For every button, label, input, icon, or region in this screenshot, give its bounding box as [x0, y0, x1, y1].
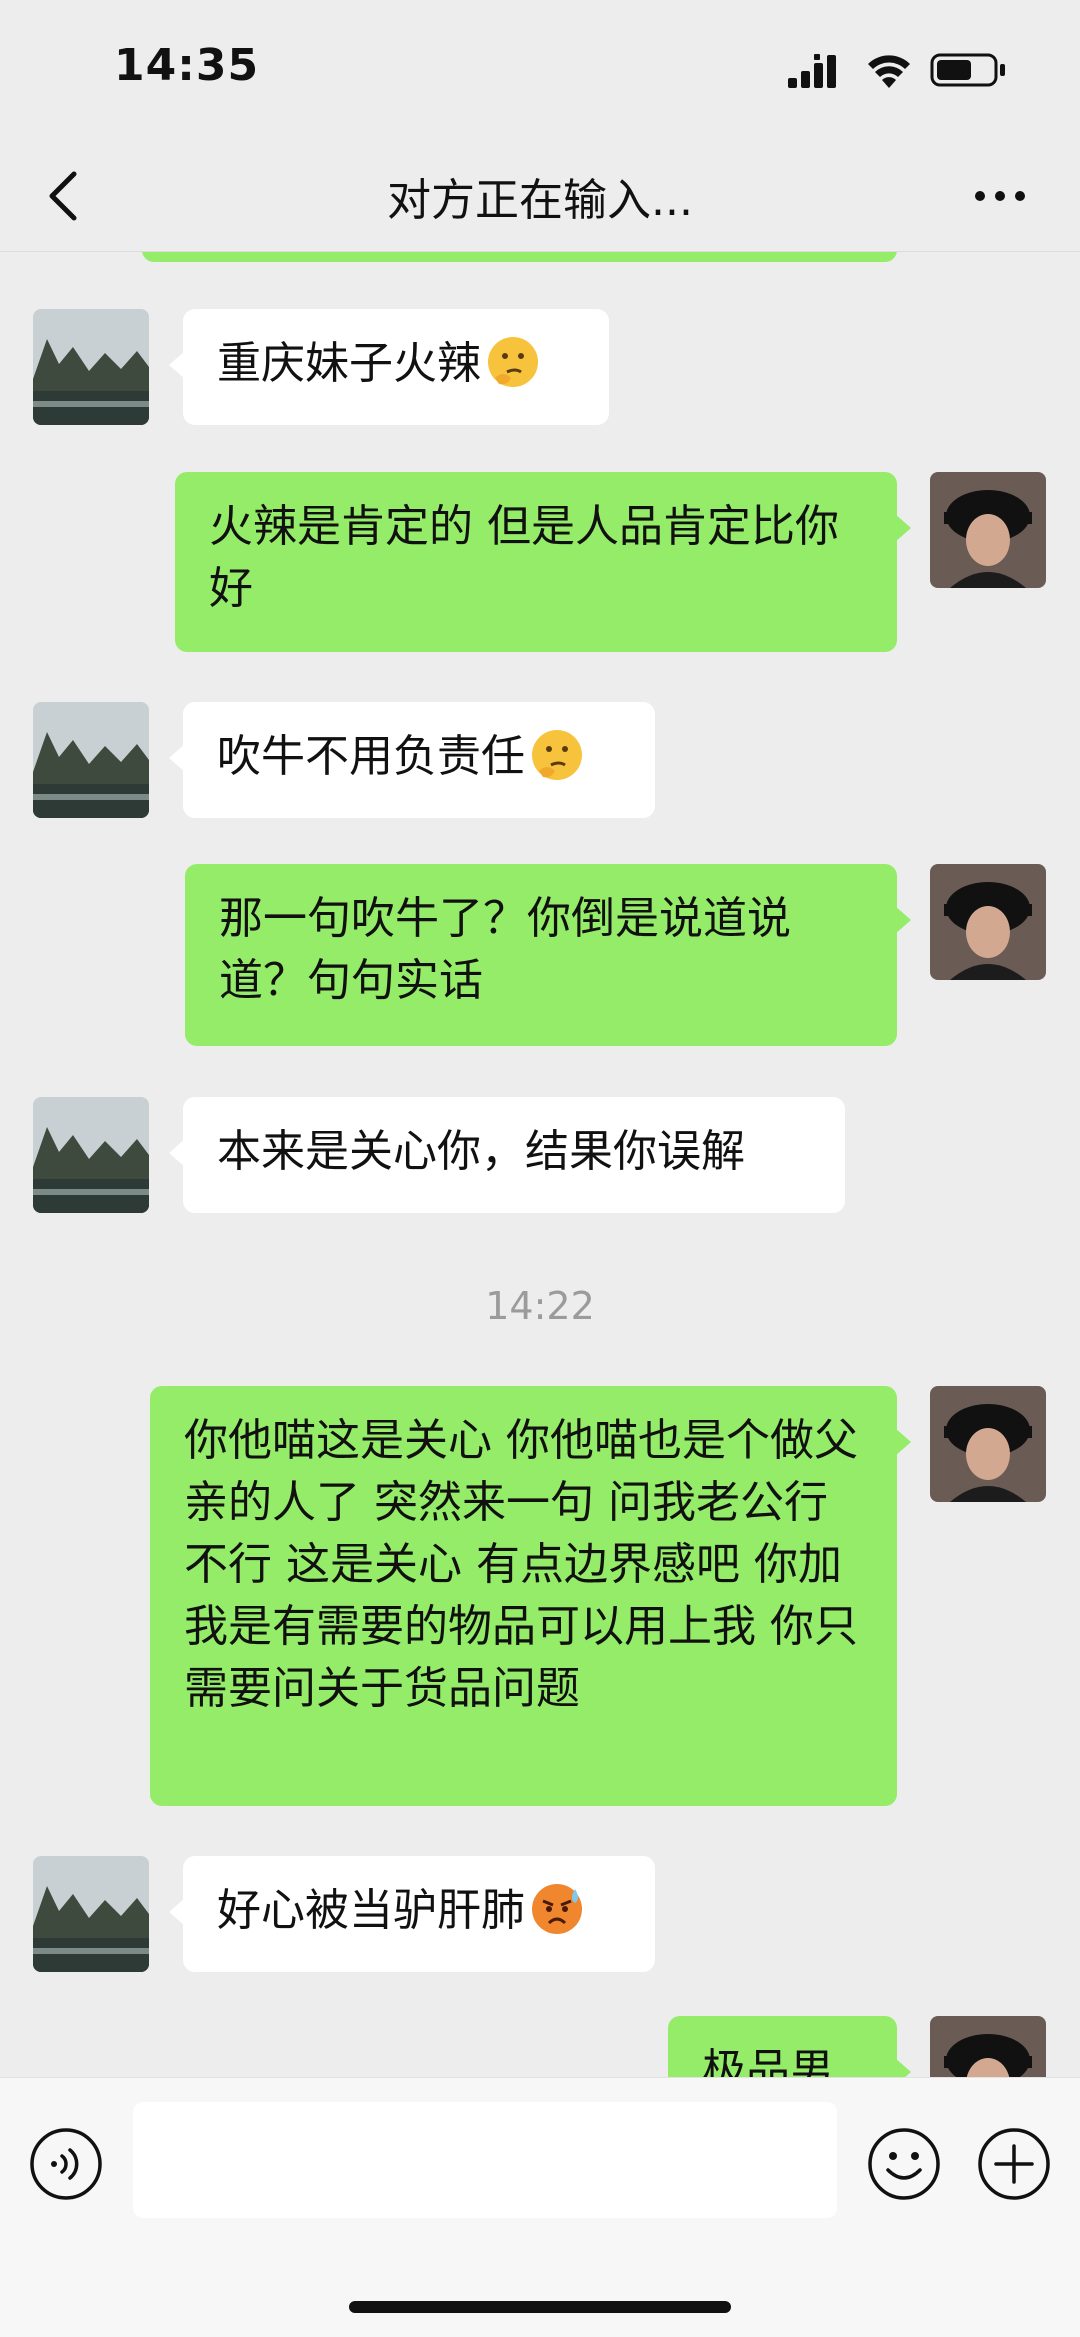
message-text: 极品男 — [702, 2045, 834, 2077]
status-time: 14:35 — [114, 40, 260, 91]
more-options-icon[interactable] — [970, 176, 1030, 216]
outgoing-message-bubble[interactable]: 火辣是肯定的 但是人品肯定比你好 — [175, 472, 911, 652]
incoming-message-bubble[interactable]: 重庆妹子火辣 — [169, 309, 609, 425]
chat-header: 对方正在输入... — [0, 140, 1080, 252]
status-bar: 14:35 — [0, 0, 1080, 140]
cellular-signal-icon — [788, 54, 836, 88]
incoming-message-bubble[interactable]: 吹牛不用负责任 — [169, 702, 655, 818]
message-text: 重庆妹子火辣 — [217, 338, 481, 389]
contact-avatar[interactable] — [33, 1856, 149, 1972]
message-text: 那一句吹牛了？你倒是说道说道？句句实话 — [219, 893, 791, 1006]
contact-avatar[interactable] — [33, 702, 149, 818]
voice-input-icon[interactable] — [28, 2126, 104, 2202]
thinking-face-emoji-icon — [529, 727, 585, 783]
input-bar — [0, 2077, 1080, 2337]
back-chevron-icon[interactable] — [40, 166, 84, 226]
incoming-message-bubble[interactable]: 本来是关心你，结果你误解 — [169, 1097, 845, 1213]
incoming-message-bubble[interactable]: 好心被当驴肝肺 — [169, 1856, 655, 1972]
battery-icon — [930, 53, 1005, 87]
message-text: 你他喵这是关心 你他喵也是个做父亲的人了 突然来一句 问我老公行不行 这是关心 … — [184, 1415, 858, 1714]
message-input[interactable] — [133, 2102, 837, 2218]
my-avatar[interactable] — [930, 2016, 1046, 2077]
outgoing-message-bubble[interactable]: 那一句吹牛了？你倒是说道说道？句句实话 — [185, 864, 911, 1046]
my-avatar[interactable] — [930, 472, 1046, 588]
outgoing-message-bubble[interactable]: 极品男 — [668, 2016, 911, 2077]
message-list[interactable]: 重庆妹子火辣 火辣是肯定的 但是人品肯定比你好 吹牛不用负责任 那一句吹牛了？你… — [0, 252, 1080, 2077]
my-avatar[interactable] — [930, 864, 1046, 980]
contact-avatar[interactable] — [33, 1097, 149, 1213]
my-avatar[interactable] — [930, 1386, 1046, 1502]
chat-title: 对方正在输入... — [387, 175, 693, 226]
message-text: 吹牛不用负责任 — [217, 731, 525, 782]
outgoing-message-bubble[interactable]: 你他喵这是关心 你他喵也是个做父亲的人了 突然来一句 问我老公行不行 这是关心 … — [150, 1386, 911, 1806]
home-indicator[interactable] — [349, 2301, 731, 2313]
thinking-face-emoji-icon — [485, 334, 541, 390]
add-more-icon[interactable] — [976, 2126, 1052, 2202]
partial-outgoing-bubble — [142, 252, 897, 262]
wifi-icon — [868, 55, 910, 88]
message-text: 火辣是肯定的 但是人品肯定比你好 — [209, 501, 839, 614]
angry-sweat-face-emoji-icon — [529, 1881, 585, 1937]
contact-avatar[interactable] — [33, 309, 149, 425]
time-divider: 14:22 — [485, 1284, 595, 1328]
message-text: 好心被当驴肝肺 — [217, 1885, 525, 1936]
message-text: 本来是关心你，结果你误解 — [217, 1126, 745, 1177]
emoji-icon[interactable] — [866, 2126, 942, 2202]
